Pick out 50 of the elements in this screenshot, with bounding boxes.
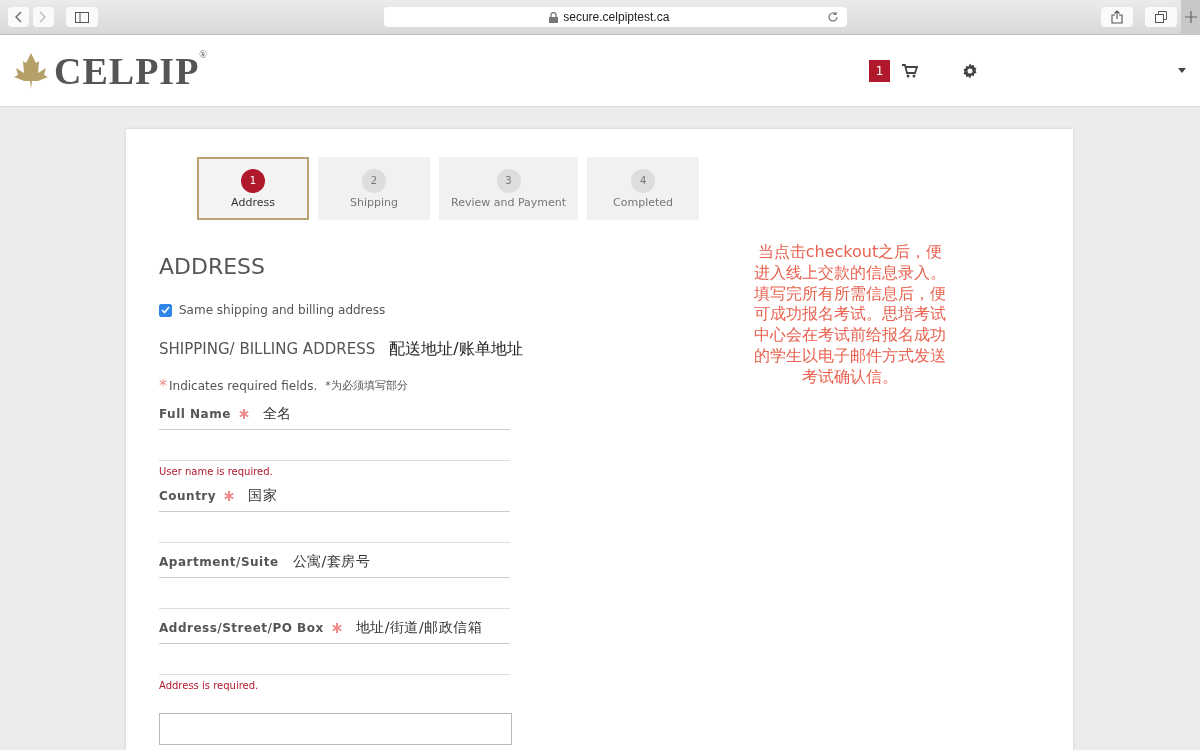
lock-icon bbox=[549, 11, 559, 23]
input-field[interactable] bbox=[159, 577, 510, 609]
caret-icon bbox=[1178, 68, 1186, 73]
sidebar-button[interactable] bbox=[65, 7, 98, 27]
cart-count-badge: 1 bbox=[869, 59, 890, 82]
required-note: *为必须填写部分 bbox=[325, 378, 408, 393]
logo-text: CELPIP$^{®}$ bbox=[54, 48, 208, 93]
required-text: Indicates required fields. bbox=[169, 378, 318, 393]
cart-icon[interactable] bbox=[902, 63, 918, 78]
tabs-icon bbox=[1155, 11, 1168, 23]
error-message: User name is required. bbox=[159, 466, 274, 477]
reload-icon[interactable] bbox=[826, 11, 839, 23]
forward-icon bbox=[39, 11, 48, 23]
tabs-button[interactable] bbox=[1145, 7, 1178, 27]
field-label: Full Name bbox=[159, 407, 231, 421]
checkbox[interactable] bbox=[159, 303, 172, 317]
field-note: 国家 bbox=[248, 487, 278, 505]
input-field[interactable] bbox=[159, 643, 510, 675]
share-button[interactable] bbox=[1100, 7, 1134, 27]
checkout-step[interactable]: 4 Completed bbox=[587, 157, 700, 220]
input-field[interactable] bbox=[159, 713, 512, 745]
asterisk-icon bbox=[224, 491, 235, 501]
field-label: Apartment/Suite bbox=[159, 555, 279, 569]
input-field[interactable] bbox=[159, 429, 510, 461]
section-note: 配送地址/账单地址 bbox=[389, 339, 523, 360]
field-label: Country bbox=[159, 489, 217, 503]
asterisk-icon bbox=[238, 409, 249, 419]
plus-icon bbox=[1184, 11, 1197, 23]
page-title: ADDRESS bbox=[159, 254, 267, 279]
asterisk-icon bbox=[331, 623, 342, 633]
required-mark: * bbox=[159, 376, 167, 395]
field-note: 公寓/套房号 bbox=[292, 553, 371, 571]
url-text: secure.celpiptest.ca bbox=[563, 10, 670, 24]
checkbox-label: Same shipping and billing address bbox=[179, 303, 386, 317]
field-note: 地址/街道/邮政信箱 bbox=[355, 619, 483, 637]
back-icon bbox=[14, 11, 23, 23]
error-message: Address is required. bbox=[159, 680, 260, 691]
share-icon bbox=[1111, 10, 1123, 24]
field-label: Address/Street/PO Box bbox=[159, 621, 324, 635]
input-field[interactable] bbox=[159, 511, 510, 543]
address-bar[interactable]: secure.celpiptest.ca bbox=[383, 7, 847, 27]
annotation-text: 当点击checkout之后，便进入线上交款的信息录入。填写完所有所需信息后，便可成功报名考试。思培考试中心会在考试前给报名成功的学生以电子邮件方式发送考试确认信。 bbox=[754, 242, 946, 388]
back-button[interactable] bbox=[8, 7, 29, 27]
sidebar-icon bbox=[74, 11, 89, 23]
settings-icon[interactable] bbox=[962, 62, 978, 79]
checkout-step[interactable]: 2 Shipping bbox=[318, 157, 430, 220]
section-title: SHIPPING/ BILLING ADDRESS bbox=[159, 340, 376, 358]
checkout-step[interactable]: 3 Review and Payment bbox=[439, 157, 579, 220]
field-note: 全名 bbox=[262, 405, 292, 423]
checkout-step[interactable]: 1 Address bbox=[197, 157, 309, 220]
